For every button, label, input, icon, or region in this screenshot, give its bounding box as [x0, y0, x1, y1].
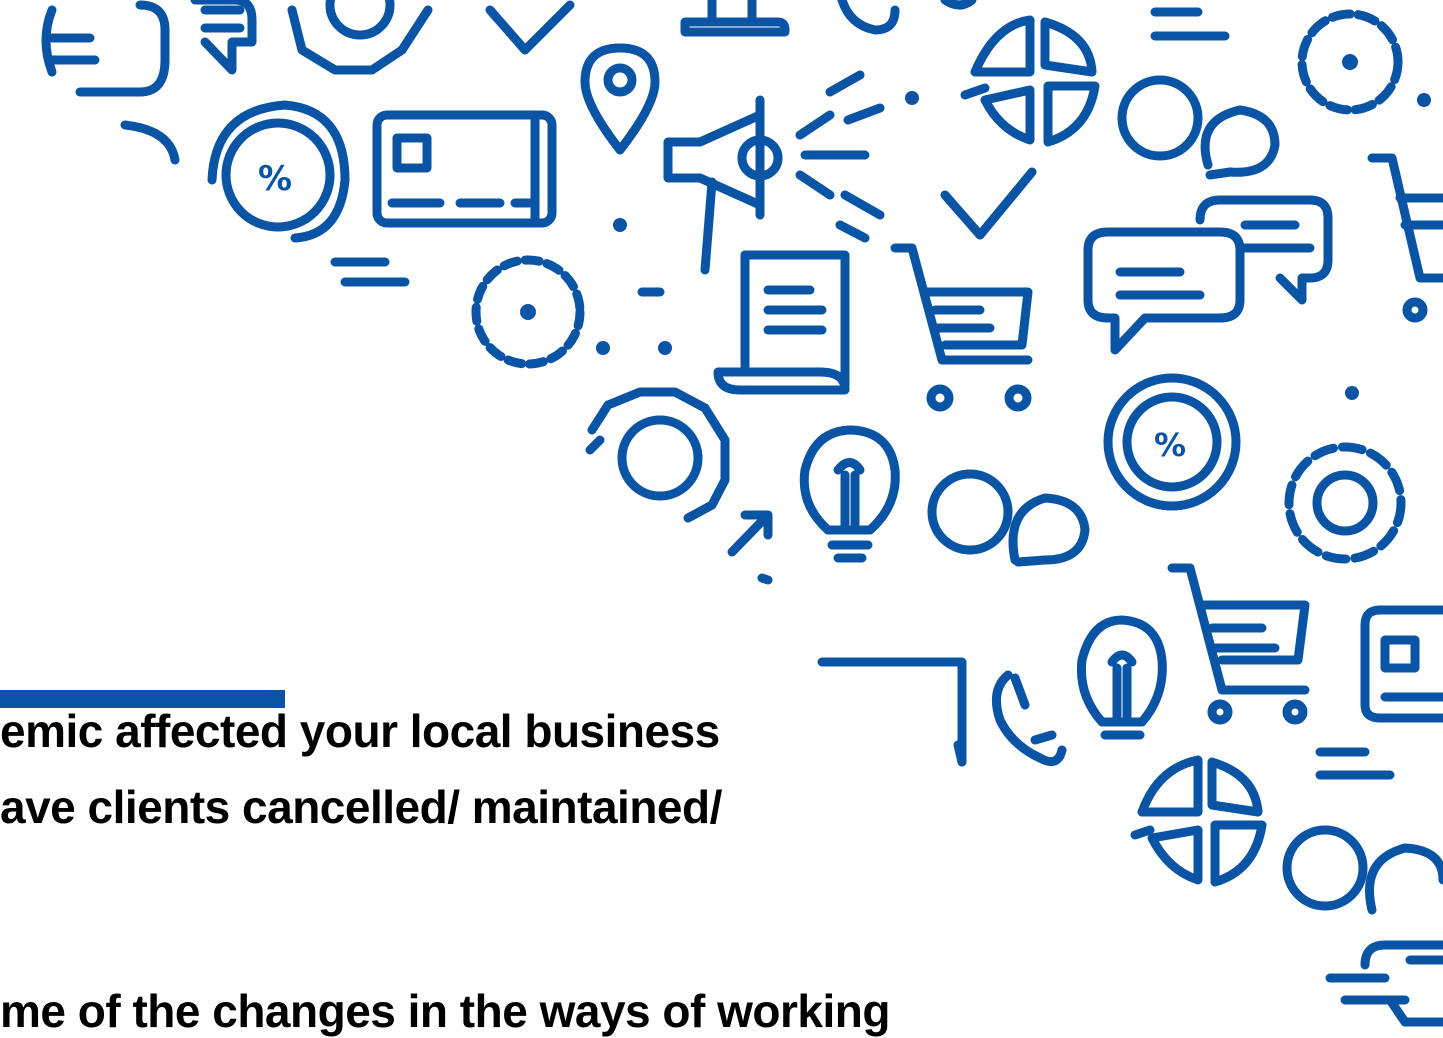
shopping-cart-icon: [1167, 563, 1310, 725]
gear-icon: [1284, 442, 1406, 564]
bracket-icon: [817, 657, 967, 767]
document-icon: [713, 250, 850, 395]
lightbulb-icon: [1076, 615, 1167, 740]
question-line-3: me of the changes in the ways of working: [0, 985, 890, 1037]
lines-icon: [1150, 7, 1230, 41]
chat-bubbles-icon: [1117, 75, 1280, 180]
gear-icon: [585, 387, 730, 523]
shopping-cart-icon: [1367, 153, 1443, 323]
lines-icon: [1315, 747, 1395, 780]
map-pin-icon: [580, 43, 660, 155]
arrow-up-right-icon: [727, 510, 773, 585]
shopping-cart-icon: [890, 243, 1033, 412]
chat-bubbles-icon: [1282, 825, 1443, 915]
decorative-icon-pattern: % %: [41, 0, 1443, 1027]
question-line-2: ave clients cancelled/ maintained/: [0, 781, 722, 833]
speech-bubbles-icon: [1325, 940, 1443, 1027]
percent-ring-icon: %: [207, 100, 350, 243]
bracket-icon: [120, 120, 180, 165]
percent-symbol: %: [258, 159, 292, 199]
credit-card-icon: [372, 110, 557, 228]
phone-icon: [991, 670, 1067, 767]
phone-icon: [837, 0, 977, 35]
podium-icon: [680, 0, 790, 37]
chat-bubbles-icon: [41, 0, 257, 97]
pie-chart-icon: [960, 15, 1100, 147]
speech-bubbles-icon: [1083, 195, 1333, 355]
credit-card-icon: [1360, 605, 1443, 723]
chat-bubbles-icon: [927, 469, 1090, 567]
gear-icon: [1297, 9, 1431, 115]
question-line-1: emic affected your local business: [0, 705, 720, 757]
lightbulb-icon: [799, 425, 900, 563]
pie-chart-icon: [1130, 755, 1267, 887]
checkmark-icon: [485, 0, 575, 55]
gear-icon: [330, 255, 672, 369]
checkmark-icon: [940, 167, 1037, 240]
percent-symbol: %: [1154, 426, 1186, 464]
gear-icon: [287, 0, 433, 75]
